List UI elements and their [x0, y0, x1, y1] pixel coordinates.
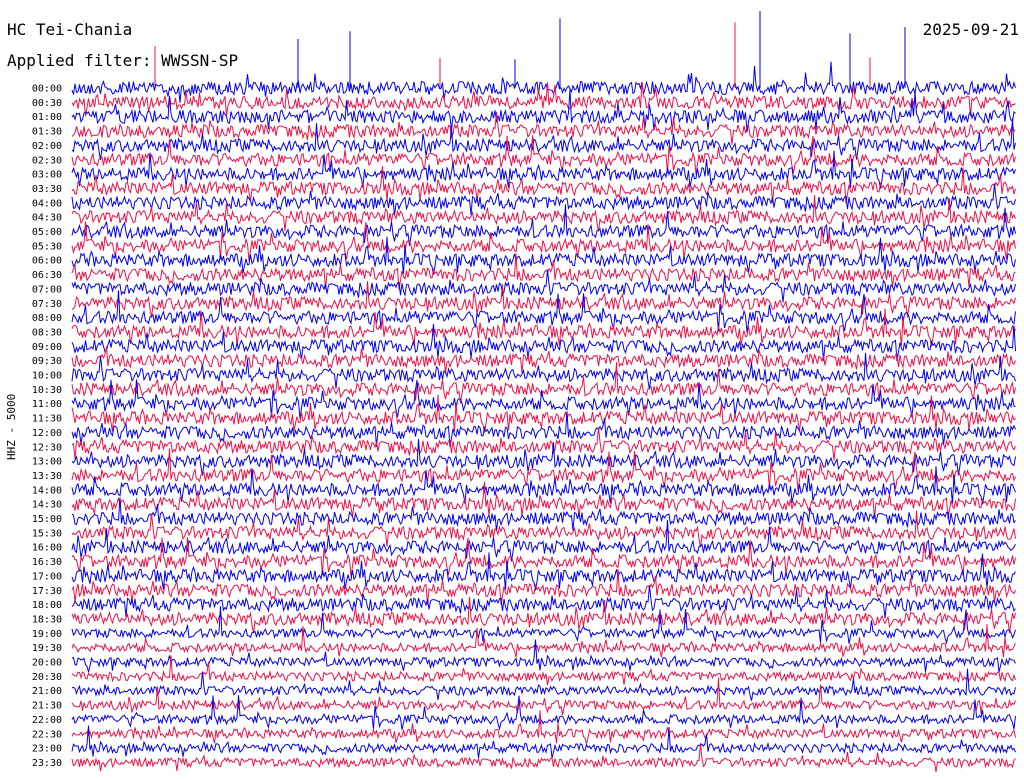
row-label: 07:00	[32, 284, 62, 295]
row-label: 01:30	[32, 127, 62, 138]
row-label: 23:30	[32, 758, 62, 769]
seismic-traces	[71, 10, 1016, 772]
trace-row	[71, 308, 1016, 347]
row-label: 03:00	[32, 170, 62, 181]
trace-row	[71, 448, 1016, 491]
row-label: 02:00	[32, 141, 62, 152]
row-label: 15:00	[32, 514, 62, 525]
row-label: 12:00	[32, 428, 62, 439]
row-label: 22:00	[32, 715, 62, 726]
row-label: 18:00	[32, 600, 62, 611]
trace-row	[71, 710, 1016, 744]
trace-row	[71, 61, 1016, 103]
trace-row	[71, 379, 1016, 419]
row-labels: 00:00 00:30 01:00 01:30 02:00 02:30 03:00 03:30…	[32, 84, 62, 769]
trace-row	[71, 624, 1016, 658]
row-label: 03:30	[32, 184, 62, 195]
row-label: 04:00	[32, 198, 62, 209]
row-label: 12:30	[32, 442, 62, 453]
row-label: 11:30	[32, 414, 62, 425]
row-label: 14:30	[32, 500, 62, 511]
trace-row	[71, 427, 1016, 461]
helicorder-plot: 00:00 00:30 01:00 01:30 02:00 02:30 03:00 03:30…	[32, 10, 1016, 772]
row-label: 19:30	[32, 643, 62, 654]
row-label: 21:30	[32, 701, 62, 712]
row-label: 00:00	[32, 84, 62, 95]
row-label: 20:30	[32, 672, 62, 683]
row-label: 13:00	[32, 457, 62, 468]
row-label: 07:30	[32, 299, 62, 310]
row-label: 13:30	[32, 471, 62, 482]
row-label: 15:30	[32, 528, 62, 539]
row-label: 04:30	[32, 213, 62, 224]
row-label: 09:00	[32, 342, 62, 353]
row-label: 17:00	[32, 571, 62, 582]
row-label: 06:30	[32, 270, 62, 281]
row-label: 05:30	[32, 241, 62, 252]
trace-row	[71, 194, 1016, 232]
row-label: 02:30	[32, 155, 62, 166]
trace-row	[71, 183, 1016, 216]
row-label: 22:30	[32, 729, 62, 740]
trace-row	[71, 89, 1016, 133]
row-label: 17:30	[32, 586, 62, 597]
trace-row	[71, 118, 1016, 160]
trace-row	[71, 639, 1016, 673]
row-label: 21:00	[32, 686, 62, 697]
row-label: 23:00	[32, 744, 62, 755]
trace-row	[71, 519, 1016, 562]
row-label: 06:00	[32, 256, 62, 267]
row-label: 18:30	[32, 614, 62, 625]
row-label: 00:30	[32, 98, 62, 109]
row-label: 11:00	[32, 399, 62, 410]
trace-row	[71, 290, 1016, 333]
row-label: 01:00	[32, 112, 62, 123]
row-label: 14:00	[32, 485, 62, 496]
row-label: 09:30	[32, 356, 62, 367]
row-label: 16:00	[32, 543, 62, 554]
row-label: 05:00	[32, 227, 62, 238]
trace-row	[71, 537, 1016, 577]
trace-row	[71, 606, 1016, 645]
row-label: 08:30	[32, 327, 62, 338]
row-label: 16:30	[32, 557, 62, 568]
row-label: 19:00	[32, 629, 62, 640]
row-label: 10:30	[32, 385, 62, 396]
row-label: 08:00	[32, 313, 62, 324]
row-label: 10:00	[32, 371, 62, 382]
row-label: 20:00	[32, 658, 62, 669]
